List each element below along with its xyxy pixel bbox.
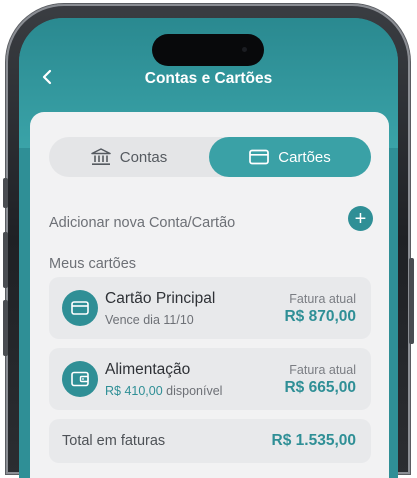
tab-label: Cartões [278,148,331,166]
side-button [3,232,8,288]
add-account-button[interactable]: + [348,206,373,231]
plus-icon: + [354,207,367,230]
section-title: Meus cartões [49,256,137,272]
phone-screen: Contas e Cartões Contas Cartões Adiciona… [19,18,398,478]
card-name: Cartão Principal [105,290,216,307]
tab-label: Contas [119,148,168,166]
card-row[interactable]: Cartão Principal Vence dia 11/10 Fatura … [49,277,371,339]
add-account-label: Adicionar nova Conta/Cartão [49,215,236,231]
invoice-label: Fatura atual [289,292,356,306]
card-available-balance: R$ 410,00 disponível [105,384,222,398]
total-row: Total em faturas R$ 1.535,00 [49,419,371,463]
card-due-date: Vence dia 11/10 [105,313,194,327]
side-button [3,178,8,208]
content-sheet: Contas Cartões Adicionar nova Conta/Cart… [30,112,389,478]
available-amount: R$ 410,00 [105,384,163,398]
available-suffix: disponível [166,384,223,398]
tab-cartoes[interactable]: Cartões [209,137,371,177]
invoice-amount: R$ 665,00 [284,379,356,396]
card-name: Alimentação [105,361,191,378]
credit-card-icon [249,149,270,165]
segmented-control: Contas Cartões [49,137,371,177]
bank-icon [90,148,111,166]
camera-dot [242,47,247,52]
card-icon-circle [62,361,98,397]
dynamic-island [152,34,264,66]
credit-card-icon [71,301,89,315]
wallet-icon [71,371,89,387]
tab-contas[interactable]: Contas [49,137,209,177]
invoice-amount: R$ 870,00 [284,308,356,325]
invoice-label: Fatura atual [289,363,356,377]
page-title: Contas e Cartões [144,70,273,87]
side-button [409,258,414,344]
card-icon-circle [62,290,98,326]
card-row[interactable]: Alimentação R$ 410,00 disponível Fatura … [49,348,371,410]
total-value: R$ 1.535,00 [271,432,356,449]
side-button [3,300,8,356]
total-label: Total em faturas [62,433,166,449]
